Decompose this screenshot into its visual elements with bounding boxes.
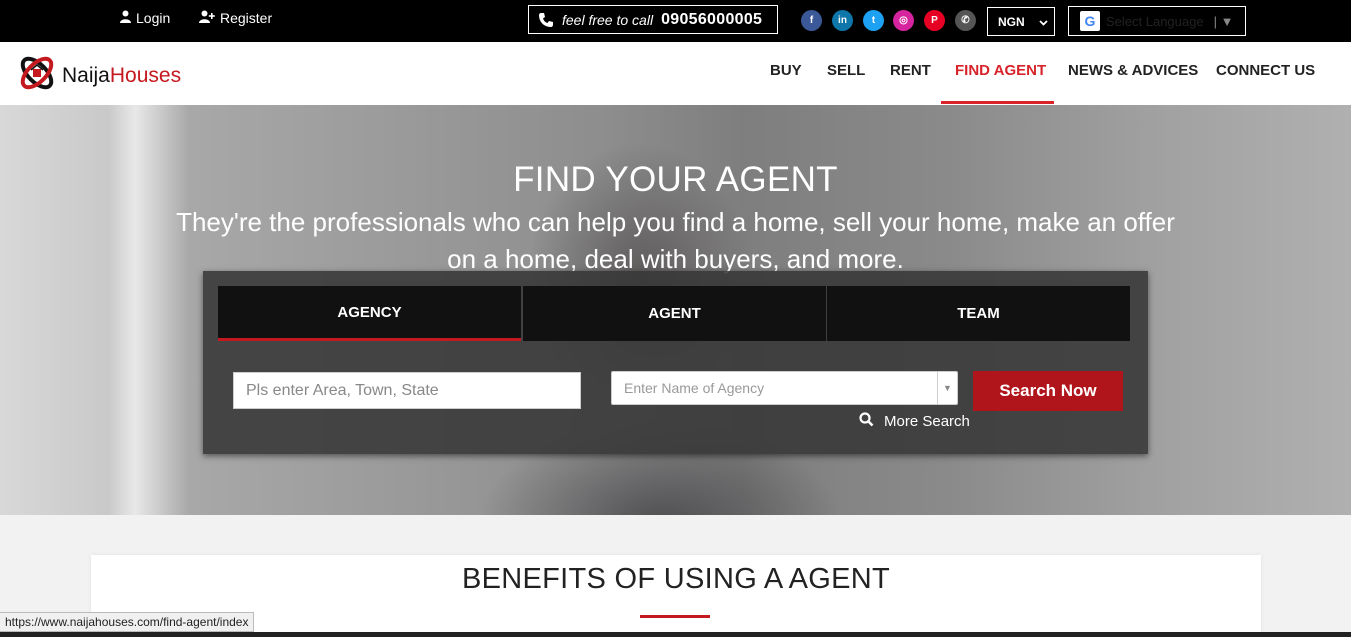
language-placeholder: Select Language [1106, 13, 1204, 29]
active-nav-indicator [941, 101, 1054, 104]
linkedin-icon[interactable]: in [832, 10, 853, 31]
hero-subtitle: They're the professionals who can help y… [176, 207, 1175, 274]
nav-connect-us[interactable]: CONNECT US [1216, 62, 1315, 79]
language-select[interactable]: G Select Language | ▼ [1068, 6, 1246, 36]
logo-text: NaijaHouses [62, 63, 182, 87]
pinterest-icon[interactable]: P [924, 10, 945, 31]
benefits-title: BENEFITS OF USING A AGENT [461, 563, 891, 595]
register-link[interactable]: Register [199, 10, 272, 26]
main-nav: NaijaHouses BUY SELL RENT FIND AGENT NEW… [0, 42, 1351, 105]
user-plus-icon [199, 10, 215, 26]
nav-rent[interactable]: RENT [890, 62, 931, 79]
phone-number: 09056000005 [661, 10, 763, 28]
phone-icon [538, 12, 554, 28]
nav-news-advices[interactable]: NEWS & ADVICES [1068, 62, 1198, 79]
login-link[interactable]: Login [120, 10, 170, 26]
logo-mark-icon [15, 51, 59, 100]
currency-select[interactable]: NGN [987, 7, 1055, 36]
call-box[interactable]: feel free to call 09056000005 [528, 5, 778, 34]
search-now-button[interactable]: Search Now [973, 371, 1123, 411]
call-prefix: feel free to call [562, 11, 654, 28]
location-input[interactable]: Pls enter Area, Town, State [233, 372, 581, 409]
site-logo[interactable]: NaijaHouses [15, 51, 181, 100]
tab-team[interactable]: TEAM [827, 286, 1130, 341]
search-icon [859, 412, 874, 431]
chevron-down-icon [1039, 15, 1048, 29]
more-search-label: More Search [884, 413, 970, 430]
benefits-divider [640, 615, 710, 618]
top-bar: Login Register feel free to call 0905600… [0, 0, 1351, 42]
dropdown-arrow-icon: | ▼ [1213, 13, 1234, 29]
hero-title: FIND YOUR AGENT [513, 160, 838, 199]
whatsapp-icon[interactable]: ✆ [955, 10, 976, 31]
benefits-section: BENEFITS OF USING A AGENT [91, 555, 1261, 637]
twitter-icon[interactable]: t [863, 10, 884, 31]
agency-placeholder: Enter Name of Agency [624, 380, 765, 396]
bottom-strip [0, 632, 1351, 637]
login-label: Login [136, 10, 171, 26]
currency-value: NGN [998, 14, 1025, 29]
facebook-icon[interactable]: f [801, 10, 822, 31]
hero-banner: FIND YOUR AGENT They're the professional… [0, 105, 1351, 515]
agency-name-select[interactable]: Enter Name of Agency ▼ [611, 371, 958, 405]
tab-agent[interactable]: AGENT [523, 286, 826, 341]
caret-down-icon: ▼ [937, 372, 957, 404]
register-label: Register [220, 10, 273, 26]
google-icon: G [1080, 11, 1100, 31]
status-bar-url: https://www.naijahouses.com/find-agent/i… [0, 612, 255, 632]
tab-agency[interactable]: AGENCY [218, 286, 521, 341]
search-panel: AGENCY AGENT TEAM Pls enter Area, Town, … [203, 271, 1148, 454]
more-search-link[interactable]: More Search [859, 412, 970, 431]
nav-sell[interactable]: SELL [827, 62, 865, 79]
nav-buy[interactable]: BUY [770, 62, 802, 79]
user-icon [120, 10, 131, 26]
location-placeholder: Pls enter Area, Town, State [246, 381, 439, 399]
instagram-icon[interactable]: ◎ [893, 10, 914, 31]
nav-find-agent[interactable]: FIND AGENT [955, 62, 1046, 79]
